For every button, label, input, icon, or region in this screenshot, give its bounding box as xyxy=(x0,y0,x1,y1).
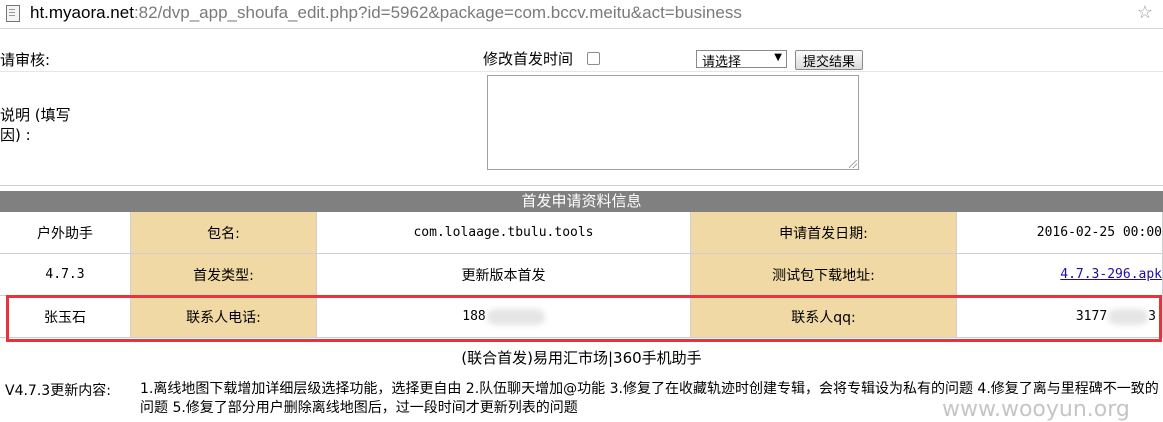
phone-visible: 188 xyxy=(462,309,486,324)
review-result-select[interactable]: 请选择 ▼ xyxy=(696,50,787,70)
modify-time-label: 修改首发时间 xyxy=(483,50,574,68)
test-url-label: 测试包下载地址: xyxy=(691,254,957,296)
dropdown-arrow-icon: ▼ xyxy=(774,52,782,63)
page-icon xyxy=(6,5,20,22)
reason-textarea[interactable] xyxy=(487,75,859,170)
divider xyxy=(0,185,1163,186)
review-row: 请审核: 修改首发时间 请选择 ▼ 提交结果 xyxy=(0,47,1163,72)
review-label: 请审核: xyxy=(0,51,51,69)
version-cell: 4.7.3 xyxy=(0,254,131,296)
phone-value-cell: 188 xyxy=(317,296,691,338)
qq-visible-suffix: 3 xyxy=(1148,309,1156,324)
address-host: ht.myaora.net xyxy=(30,3,134,22)
qq-visible-prefix: 3177 xyxy=(1075,309,1108,324)
update-label: V4.7.3更新内容: xyxy=(5,383,111,399)
address-url[interactable]: ht.myaora.net:82/dvp_app_shoufa_edit.php… xyxy=(30,3,742,23)
apply-date-label: 申请首发日期: xyxy=(691,212,957,254)
app-name-cell: 户外助手 xyxy=(0,212,131,254)
reason-label-line2: 因) : xyxy=(0,126,31,144)
type-value: 更新版本首发 xyxy=(317,254,691,296)
markets-text: (联合首发)易用汇市场|360手机助手 xyxy=(461,349,702,367)
bookmark-star-icon[interactable]: ☆ xyxy=(1137,2,1153,23)
type-label: 首发类型: xyxy=(131,254,317,296)
qq-value-cell: 3177 3 xyxy=(957,296,1163,338)
reason-label-line1: 说明 (填写 xyxy=(0,106,71,124)
submit-result-button[interactable]: 提交结果 xyxy=(795,50,863,70)
package-value: com.lolaage.tbulu.tools xyxy=(317,212,691,254)
phone-label: 联系人电话: xyxy=(131,296,317,338)
test-url-link[interactable]: 4.7.3-296.apk xyxy=(1060,267,1162,282)
resize-grip-icon[interactable] xyxy=(849,160,857,168)
watermark: www.wooyun.org xyxy=(942,397,1130,422)
test-url-cell: 4.7.3-296.apk xyxy=(957,254,1163,296)
address-path: :82/dvp_app_shoufa_edit.php?id=5962&pack… xyxy=(133,3,742,22)
section-title: 首发申请资料信息 xyxy=(0,191,1163,212)
phone-redaction xyxy=(486,308,545,325)
qq-label: 联系人qq: xyxy=(691,296,957,338)
package-label: 包名: xyxy=(131,212,317,254)
review-result-value: 请选择 xyxy=(702,55,742,70)
contact-name-cell: 张玉石 xyxy=(0,296,131,338)
address-bar[interactable]: ht.myaora.net:82/dvp_app_shoufa_edit.php… xyxy=(0,0,1163,29)
modify-time-checkbox[interactable] xyxy=(587,52,600,65)
apply-date-value: 2016-02-25 00:00 xyxy=(957,212,1163,254)
info-table: 户外助手 包名: com.lolaage.tbulu.tools 申请首发日期:… xyxy=(0,212,1163,338)
qq-redaction xyxy=(1108,308,1149,325)
